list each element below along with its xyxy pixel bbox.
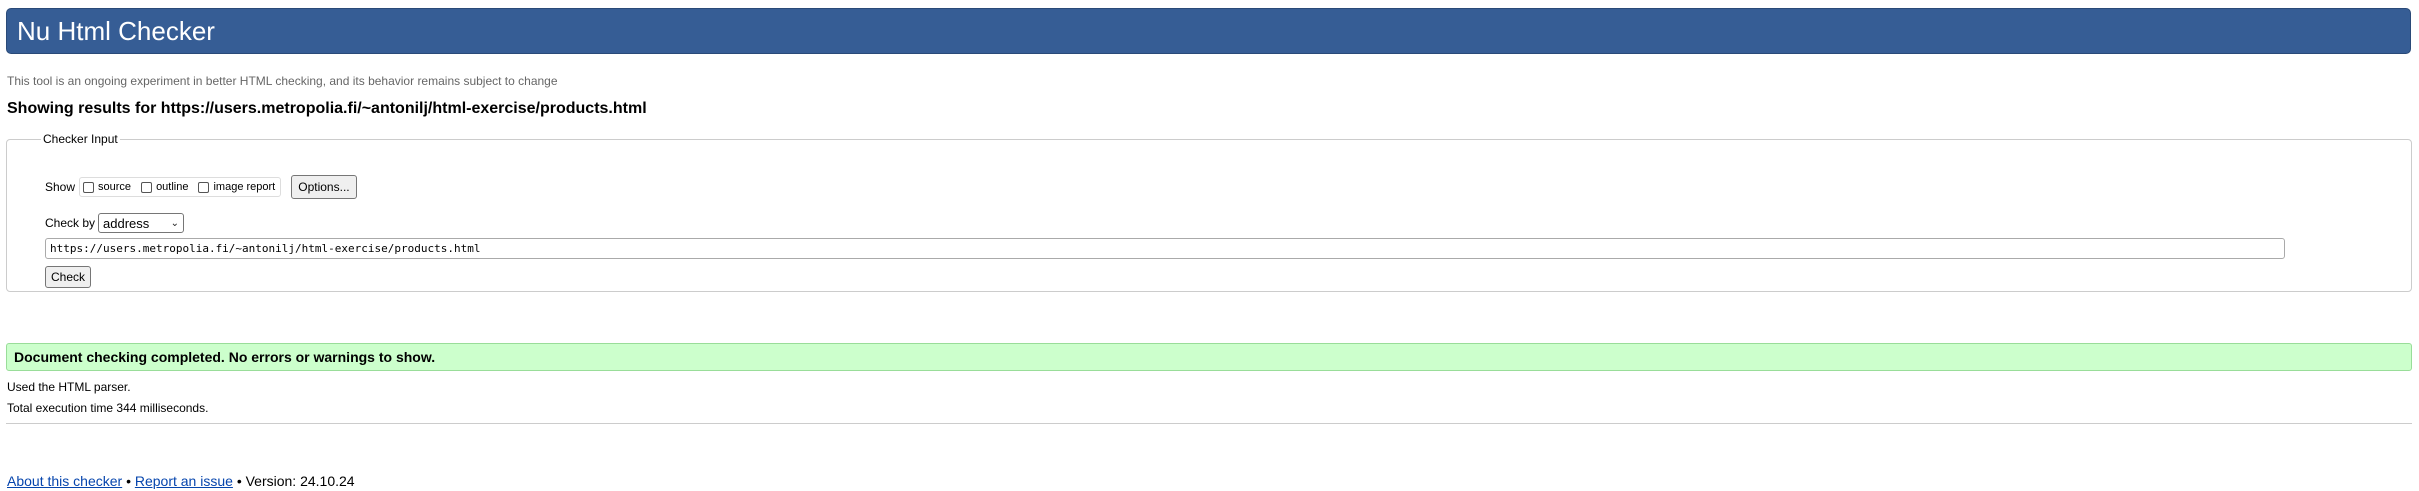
page-title: Nu Html Checker xyxy=(17,16,215,46)
show-options-group: source outline image report xyxy=(79,177,282,197)
option-outline[interactable]: outline xyxy=(141,181,188,193)
url-input[interactable]: https://users.metropolia.fi/~antonilj/ht… xyxy=(45,238,2285,259)
option-label: image report xyxy=(213,181,276,193)
footer: About this checker • Report an issue • V… xyxy=(7,473,355,489)
footer-separator: • xyxy=(126,473,131,489)
check-button[interactable]: Check xyxy=(45,266,92,288)
option-label: source xyxy=(98,181,132,193)
parser-info: Used the HTML parser. xyxy=(7,380,131,394)
about-checker-link[interactable]: About this checker xyxy=(7,473,122,489)
header-bar: Nu Html Checker xyxy=(6,8,2411,54)
option-image-report[interactable]: image report xyxy=(198,181,275,193)
check-by-value: address xyxy=(103,215,150,231)
option-label: outline xyxy=(156,181,189,193)
checker-input-fieldset: Checker Input Show source outline image … xyxy=(6,132,2412,292)
source-checkbox[interactable] xyxy=(83,181,95,193)
check-by-row: Check by address ⌄ xyxy=(45,212,185,234)
execution-time: Total execution time 344 milliseconds. xyxy=(7,401,209,415)
page: Nu Html Checker This tool is an ongoing … xyxy=(0,0,2419,491)
divider xyxy=(6,423,2412,424)
checker-input-legend: Checker Input xyxy=(43,132,118,146)
image-report-checkbox[interactable] xyxy=(198,181,210,193)
chevron-down-icon: ⌄ xyxy=(170,217,180,229)
tagline: This tool is an ongoing experiment in be… xyxy=(7,74,558,88)
footer-separator: • xyxy=(236,473,242,489)
show-options-row: Show source outline image report Options… xyxy=(45,175,357,199)
outline-checkbox[interactable] xyxy=(141,181,153,193)
version-text: Version: 24.10.24 xyxy=(245,473,355,489)
show-label: Show xyxy=(45,180,76,194)
option-source[interactable]: source xyxy=(83,181,131,193)
options-button[interactable]: Options... xyxy=(291,175,357,199)
success-message: Document checking completed. No errors o… xyxy=(6,343,2412,371)
report-issue-link[interactable]: Report an issue xyxy=(135,473,233,489)
check-by-label: Check by xyxy=(45,216,96,230)
results-heading: Showing results for https://users.metrop… xyxy=(7,100,647,117)
check-by-select[interactable]: address ⌄ xyxy=(98,213,185,233)
